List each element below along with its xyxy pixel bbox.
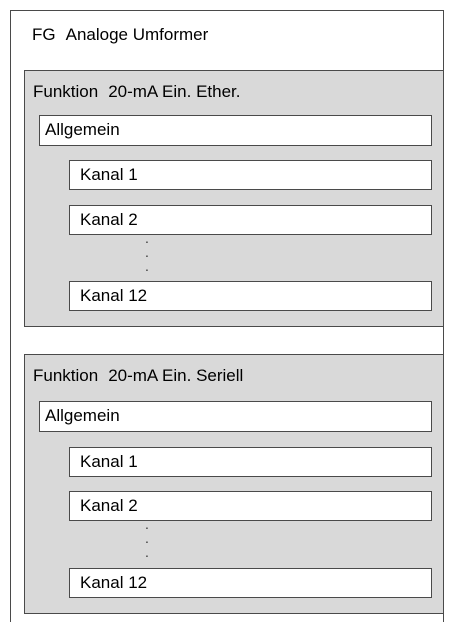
channel-box-2: Kanal 2 xyxy=(69,491,432,521)
channel-box-1: Kanal 1 xyxy=(69,160,432,190)
function-block-prefix: Funktion xyxy=(33,366,99,385)
function-block-ethernet: Funktion 20-mA Ein. Ether. Allgemein Kana… xyxy=(24,70,444,327)
function-block-title: Funktion 20-mA Ein. Seriell xyxy=(33,364,243,388)
channel-box-12: Kanal 12 xyxy=(69,568,432,598)
function-group-title: FG Analoge Umformer xyxy=(32,23,208,47)
general-box: Allgemein xyxy=(39,401,432,432)
ellipsis-dot-3: . xyxy=(145,544,149,560)
ellipsis-dot-1: . xyxy=(145,230,149,246)
function-block-name: 20-mA Ein. Seriell xyxy=(108,366,244,385)
function-block-name: 20-mA Ein. Ether. xyxy=(108,82,241,101)
function-group-name: Analoge Umformer xyxy=(65,25,209,44)
function-block-prefix: Funktion xyxy=(33,82,99,101)
function-group-prefix: FG xyxy=(32,25,56,44)
channel-box-2: Kanal 2 xyxy=(69,205,432,235)
ellipsis-dot-1: . xyxy=(145,516,149,532)
ellipsis-dot-2: . xyxy=(145,244,149,260)
function-block-title: Funktion 20-mA Ein. Ether. xyxy=(33,80,241,104)
ellipsis-dot-2: . xyxy=(145,530,149,546)
channel-box-1: Kanal 1 xyxy=(69,447,432,477)
general-box: Allgemein xyxy=(39,115,432,146)
channel-box-12: Kanal 12 xyxy=(69,281,432,311)
ellipsis-dot-3: . xyxy=(145,258,149,274)
function-block-serial: Funktion 20-mA Ein. Seriell Allgemein Kan… xyxy=(24,354,444,614)
